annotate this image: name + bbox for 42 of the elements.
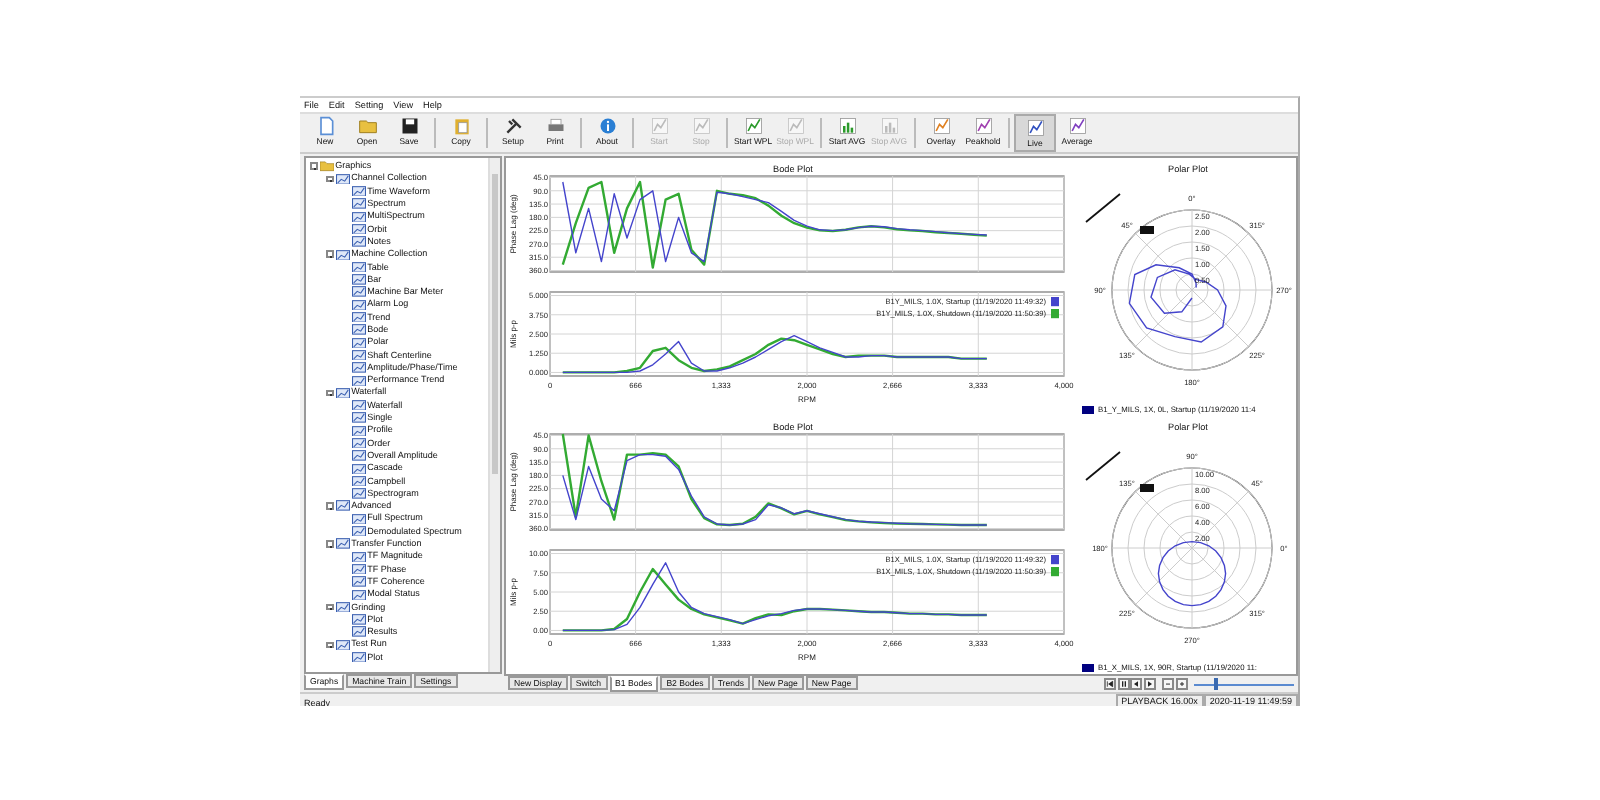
collapse-toggle[interactable] bbox=[326, 502, 334, 510]
chart-icon bbox=[691, 116, 711, 136]
chart-icon bbox=[1067, 116, 1087, 136]
tools-icon bbox=[503, 116, 523, 136]
marker-tag bbox=[1140, 226, 1154, 234]
minus-icon bbox=[1164, 680, 1172, 688]
minus-button[interactable] bbox=[1162, 678, 1174, 690]
collapse-toggle[interactable] bbox=[326, 389, 334, 397]
chart-icon bbox=[1025, 118, 1045, 138]
bar-chart-icon bbox=[837, 116, 857, 136]
scrollbar[interactable] bbox=[488, 158, 500, 672]
plus-button[interactable] bbox=[1175, 678, 1187, 690]
chart-icon bbox=[931, 116, 951, 136]
plus-icon bbox=[1177, 680, 1185, 688]
folder-icon bbox=[319, 160, 334, 172]
info-icon bbox=[597, 116, 617, 136]
clipboard-icon bbox=[451, 116, 471, 136]
chart-icon bbox=[973, 116, 993, 136]
chart-icon bbox=[649, 116, 669, 136]
printer-icon bbox=[545, 116, 565, 136]
collapse-toggle[interactable] bbox=[326, 540, 334, 548]
collapse-toggle[interactable] bbox=[326, 603, 334, 611]
playback-button[interactable] bbox=[1130, 678, 1142, 690]
collapse-toggle[interactable] bbox=[310, 162, 318, 170]
step-back-icon bbox=[1132, 680, 1140, 688]
playback-button[interactable] bbox=[1104, 678, 1116, 690]
collapse-toggle[interactable] bbox=[326, 250, 334, 259]
first-frame-icon bbox=[1106, 680, 1114, 688]
pause-icon bbox=[1119, 680, 1127, 688]
step-forward-icon bbox=[1145, 680, 1153, 688]
polar-trace bbox=[1128, 264, 1227, 343]
chart-icon bbox=[785, 116, 805, 136]
playback-button[interactable] bbox=[1143, 678, 1155, 690]
chart-icon bbox=[743, 116, 763, 136]
marker-tag bbox=[1140, 484, 1154, 492]
collapse-toggle[interactable] bbox=[326, 175, 334, 183]
document-icon bbox=[315, 116, 335, 136]
polar-trace bbox=[1157, 540, 1227, 607]
playback-slider[interactable] bbox=[1194, 678, 1294, 690]
folder-icon bbox=[357, 116, 377, 136]
collapse-toggle[interactable] bbox=[326, 641, 334, 649]
bar-chart-icon bbox=[879, 116, 899, 136]
